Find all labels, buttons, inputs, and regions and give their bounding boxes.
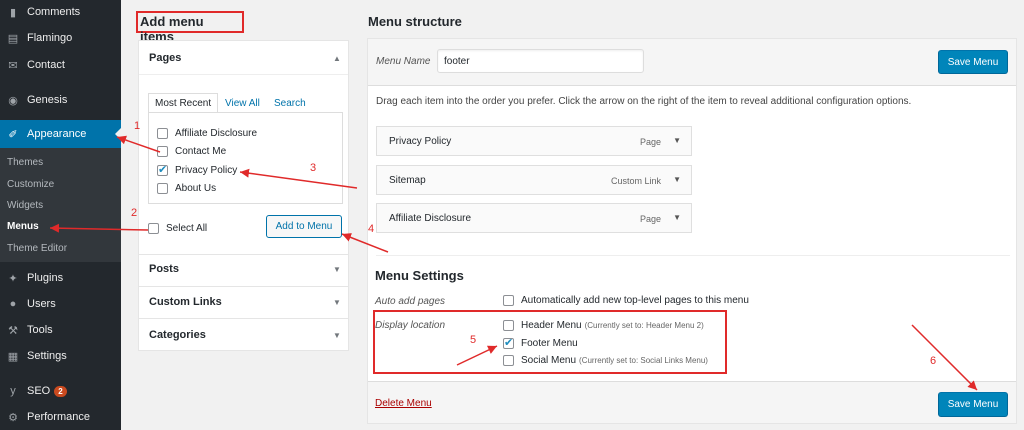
- location-footer-menu[interactable]: Footer Menu: [503, 336, 578, 349]
- submenu-widgets[interactable]: Widgets: [7, 200, 43, 211]
- menu-item-affiliate-disclosure[interactable]: Affiliate Disclosure Page ▼: [376, 203, 692, 233]
- performance-icon: ⚙: [8, 411, 18, 424]
- plugin-icon: ✦: [8, 272, 18, 285]
- item-toggle-arrow-icon[interactable]: ▼: [673, 175, 681, 184]
- menu-name-label: Menu Name: [376, 56, 431, 67]
- sidebar-item-users[interactable]: ● Users: [0, 291, 121, 317]
- checkbox[interactable]: [503, 320, 514, 331]
- sidebar-item-contact[interactable]: ✉ Contact: [0, 52, 121, 78]
- save-menu-button-top[interactable]: Save Menu: [938, 50, 1008, 74]
- sidebar-item-seo[interactable]: y SEO 2: [0, 378, 121, 404]
- sidebar-item-performance[interactable]: ⚙ Performance: [0, 404, 121, 430]
- sidebar-item-plugins[interactable]: ✦ Plugins: [0, 265, 121, 291]
- wrench-icon: ⚒: [8, 324, 18, 337]
- display-location-label: Display location: [375, 320, 446, 331]
- current-menu-arrow: [115, 127, 122, 141]
- checkbox[interactable]: [157, 145, 168, 157]
- select-all[interactable]: Select All: [148, 221, 207, 235]
- save-menu-button-bottom[interactable]: Save Menu: [938, 392, 1008, 417]
- location-header-menu[interactable]: Header Menu (Currently set to: Header Men…: [503, 320, 704, 331]
- checkbox[interactable]: [157, 127, 168, 139]
- item-toggle-arrow-icon[interactable]: ▼: [673, 136, 681, 145]
- delete-menu-link[interactable]: Delete Menu: [375, 398, 432, 409]
- sidebar-item-comments[interactable]: ▮ Comments: [0, 0, 121, 25]
- divider: [139, 74, 348, 75]
- checkbox-checked[interactable]: [503, 336, 514, 349]
- submenu-menus[interactable]: Menus: [7, 221, 39, 232]
- checkbox[interactable]: [157, 182, 168, 194]
- submenu-customize[interactable]: Customize: [7, 179, 54, 190]
- menu-settings-heading: Menu Settings: [375, 268, 464, 283]
- settings-icon: ▦: [7, 350, 19, 363]
- menu-footer-bar: [368, 381, 1016, 423]
- sidebar-item-flamingo[interactable]: ▤ Flamingo: [0, 25, 121, 51]
- pages-section-title[interactable]: Pages: [149, 52, 181, 64]
- page-item-contact-me[interactable]: Contact Me: [157, 144, 226, 158]
- sidebar-item-tools[interactable]: ⚒ Tools: [0, 317, 121, 343]
- page-item-privacy-policy[interactable]: Privacy Policy: [157, 163, 237, 177]
- categories-section-title[interactable]: Categories: [149, 329, 206, 341]
- menu-instructions: Drag each item into the order you prefer…: [376, 96, 912, 107]
- sidebar-item-appearance[interactable]: ✐ Appearance: [0, 120, 121, 148]
- submenu-theme-editor[interactable]: Theme Editor: [7, 243, 67, 254]
- divider: [376, 255, 1010, 256]
- sidebar-item-genesis[interactable]: ◉ Genesis: [0, 87, 121, 113]
- flamingo-icon: ▤: [7, 32, 19, 45]
- annotation-number-6: 6: [930, 355, 937, 367]
- menu-structure-heading: Menu structure: [368, 14, 462, 29]
- tab-search[interactable]: Search: [268, 93, 312, 113]
- location-social-menu[interactable]: Social Menu (Currently set to: Social Lin…: [503, 355, 708, 366]
- custom-links-section-title[interactable]: Custom Links: [149, 296, 222, 308]
- posts-section-title[interactable]: Posts: [149, 263, 179, 275]
- genesis-icon: ◉: [8, 94, 18, 107]
- checkbox[interactable]: [503, 295, 514, 306]
- auto-add-pages-label: Auto add pages: [375, 296, 446, 307]
- add-menu-items-heading: Add menu items: [136, 11, 244, 44]
- sidebar-item-settings[interactable]: ▦ Settings: [0, 343, 121, 369]
- annotation-number-1: 1: [134, 120, 141, 132]
- annotation-number-5: 5: [470, 334, 477, 346]
- mail-icon: ✉: [8, 59, 18, 72]
- annotation-number-4: 4: [368, 223, 375, 235]
- menu-item-privacy-policy[interactable]: Privacy Policy Page ▼: [376, 126, 692, 156]
- checkbox-checked[interactable]: [157, 163, 168, 176]
- tab-view-all[interactable]: View All: [219, 93, 266, 113]
- tab-most-recent[interactable]: Most Recent: [148, 93, 219, 113]
- page-item-affiliate-disclosure[interactable]: Affiliate Disclosure: [157, 126, 257, 140]
- annotation-number-3: 3: [310, 162, 317, 174]
- paintbrush-icon: ✐: [8, 128, 18, 141]
- auto-add-pages-option[interactable]: Automatically add new top-level pages to…: [503, 295, 749, 306]
- select-all-checkbox[interactable]: [148, 222, 159, 234]
- menu-name-input[interactable]: footer: [437, 49, 644, 73]
- users-icon: ●: [9, 298, 17, 310]
- add-to-menu-button[interactable]: Add to Menu: [266, 215, 342, 238]
- pages-tabs: Most Recent View All Search: [148, 93, 343, 113]
- page-item-about-us[interactable]: About Us: [157, 181, 216, 195]
- comment-icon: ▮: [9, 6, 17, 19]
- yoast-icon: y: [10, 385, 16, 397]
- annotation-number-2: 2: [131, 207, 138, 219]
- item-toggle-arrow-icon[interactable]: ▼: [673, 213, 681, 222]
- update-count-badge: 2: [54, 385, 67, 397]
- menu-item-sitemap[interactable]: Sitemap Custom Link ▼: [376, 165, 692, 195]
- appearance-submenu: Themes Customize Widgets Menus Theme Edi…: [0, 148, 121, 262]
- submenu-themes[interactable]: Themes: [7, 157, 43, 168]
- checkbox[interactable]: [503, 355, 514, 366]
- admin-sidebar: ▮ Comments ▤ Flamingo ✉ Contact ◉ Genesis ✐ A…: [0, 0, 122, 430]
